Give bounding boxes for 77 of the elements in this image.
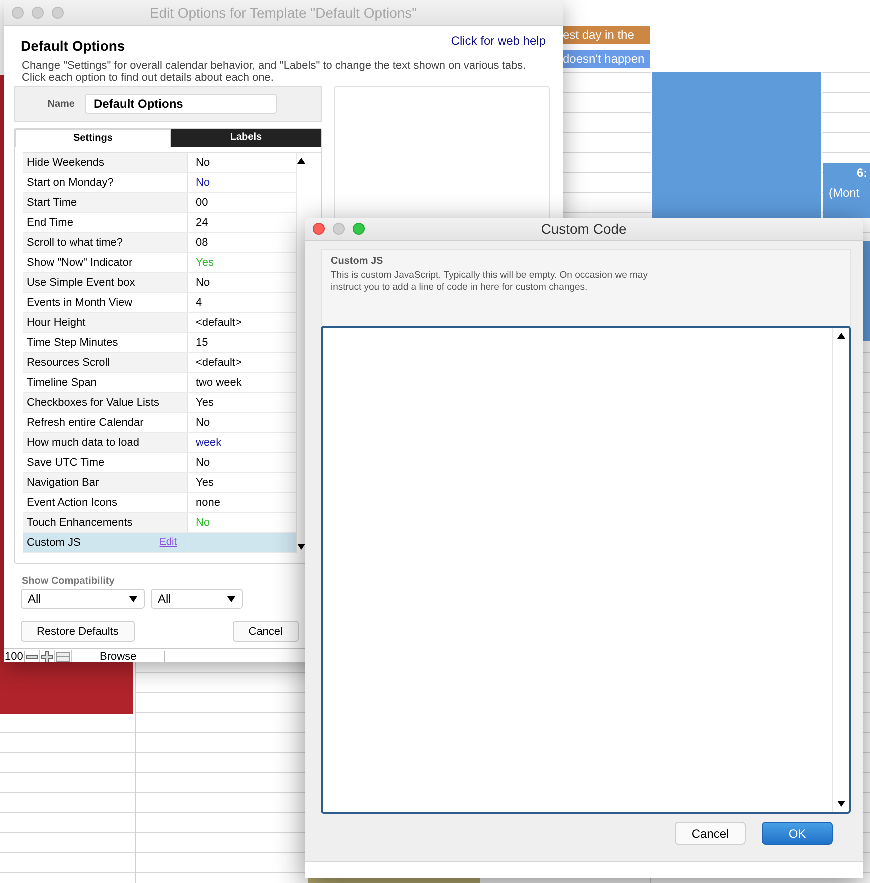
window-title: Custom Code xyxy=(540,221,628,237)
setting-value[interactable]: <default> xyxy=(196,356,242,368)
code-editor-field[interactable] xyxy=(321,326,851,814)
restore-defaults-button[interactable]: Restore Defaults xyxy=(21,621,135,642)
setting-value[interactable]: No xyxy=(196,176,210,188)
section-description: This is custom JavaScript. Typically this will be empty. On occasion we may instruct you to add a line of code in here for custom changes. xyxy=(331,270,649,294)
setting-label: Hour Height xyxy=(27,316,86,328)
setting-value[interactable]: <default> xyxy=(196,316,242,328)
setting-label: Touch Enhancements xyxy=(27,516,133,528)
mode-label[interactable]: Browse xyxy=(72,651,166,662)
ok-button[interactable]: OK xyxy=(762,822,833,845)
description-text: Click each option to find out details about each one. xyxy=(21,72,275,84)
compatibility-dropdown[interactable]: All xyxy=(151,589,243,609)
setting-value[interactable]: 08 xyxy=(196,236,208,248)
section-heading: Custom JS xyxy=(331,256,384,267)
setting-label: Time Step Minutes xyxy=(27,336,118,348)
setting-label: End Time xyxy=(27,216,74,228)
setting-label: Use Simple Event box xyxy=(27,276,136,288)
tab[interactable]: Labels xyxy=(171,129,321,147)
window-title: Edit Options for Template "Default Options" xyxy=(148,4,418,20)
setting-label: Navigation Bar xyxy=(27,476,100,488)
setting-label: How much data to load xyxy=(27,436,140,448)
scroll-up-icon[interactable] xyxy=(297,157,306,165)
setting-value[interactable]: No xyxy=(196,156,210,168)
setting-value[interactable]: two week xyxy=(196,376,242,388)
setting-label: Events in Month View xyxy=(27,296,133,308)
caret-icon xyxy=(129,596,138,602)
description-text: Change "Settings" for overall calendar behavior, and "Labels" to change the text shown on various tabs. xyxy=(21,60,528,72)
setting-value[interactable]: Yes xyxy=(196,476,214,488)
setting-label: Hide Weekends xyxy=(27,156,104,168)
scroll-up-icon[interactable] xyxy=(836,332,846,340)
setting-label: Event Action Icons xyxy=(27,496,118,508)
zoom-level[interactable]: 100 xyxy=(4,651,26,662)
help-link[interactable]: Click for web help xyxy=(451,34,546,48)
cancel-button[interactable]: Cancel xyxy=(232,621,299,642)
scroll-down-icon[interactable] xyxy=(297,543,306,551)
setting-value[interactable]: none xyxy=(196,496,220,508)
setting-value[interactable]: No xyxy=(196,416,210,428)
minimize-icon[interactable] xyxy=(32,6,44,18)
scroll-down-icon[interactable] xyxy=(836,800,846,808)
setting-value[interactable]: 24 xyxy=(196,216,208,228)
setting-label: Start Time xyxy=(27,196,78,208)
close-icon[interactable] xyxy=(12,6,24,18)
caret-icon xyxy=(227,596,236,602)
setting-label: Show "Now" Indicator xyxy=(27,256,133,268)
setting-label: Checkboxes for Value Lists xyxy=(27,396,160,408)
tab[interactable]: Settings xyxy=(15,129,172,147)
compatibility-label: Show Compatibility xyxy=(22,576,116,587)
setting-value[interactable]: 00 xyxy=(196,196,208,208)
setting-label: Timeline Span xyxy=(27,376,97,388)
zoom-in-icon[interactable] xyxy=(40,650,56,662)
setting-value[interactable]: 4 xyxy=(196,296,202,308)
setting-value[interactable]: week xyxy=(196,436,222,448)
setting-value[interactable]: No xyxy=(196,276,210,288)
dialog-heading: Default Options xyxy=(21,38,126,54)
cancel-button[interactable]: Cancel xyxy=(675,822,746,845)
compatibility-dropdown[interactable]: All xyxy=(21,589,145,609)
setting-value[interactable]: 15 xyxy=(196,336,208,348)
zoom-out-icon[interactable] xyxy=(25,650,40,662)
event-time: 6: xyxy=(856,166,869,180)
setting-value[interactable]: No xyxy=(196,456,210,468)
close-icon[interactable] xyxy=(313,223,325,235)
minimize-icon[interactable] xyxy=(333,223,345,235)
name-field[interactable]: Default Options xyxy=(85,94,277,114)
edit-link[interactable]: Edit xyxy=(160,537,177,548)
setting-value[interactable]: Yes xyxy=(196,396,214,408)
zoom-icon[interactable] xyxy=(52,6,64,18)
zoom-icon[interactable] xyxy=(353,223,365,235)
event-title: (Mont xyxy=(828,186,861,200)
setting-label: Scroll to what time? xyxy=(27,236,123,248)
setting-label: Refresh entire Calendar xyxy=(27,416,144,428)
setting-label: Start on Monday? xyxy=(27,176,114,188)
setting-label: Resources Scroll xyxy=(27,356,110,368)
setting-label: Custom JS xyxy=(27,536,81,548)
toolbar-toggle-icon[interactable] xyxy=(55,650,72,662)
setting-label: Save UTC Time xyxy=(27,456,105,468)
name-label: Name xyxy=(46,98,76,110)
